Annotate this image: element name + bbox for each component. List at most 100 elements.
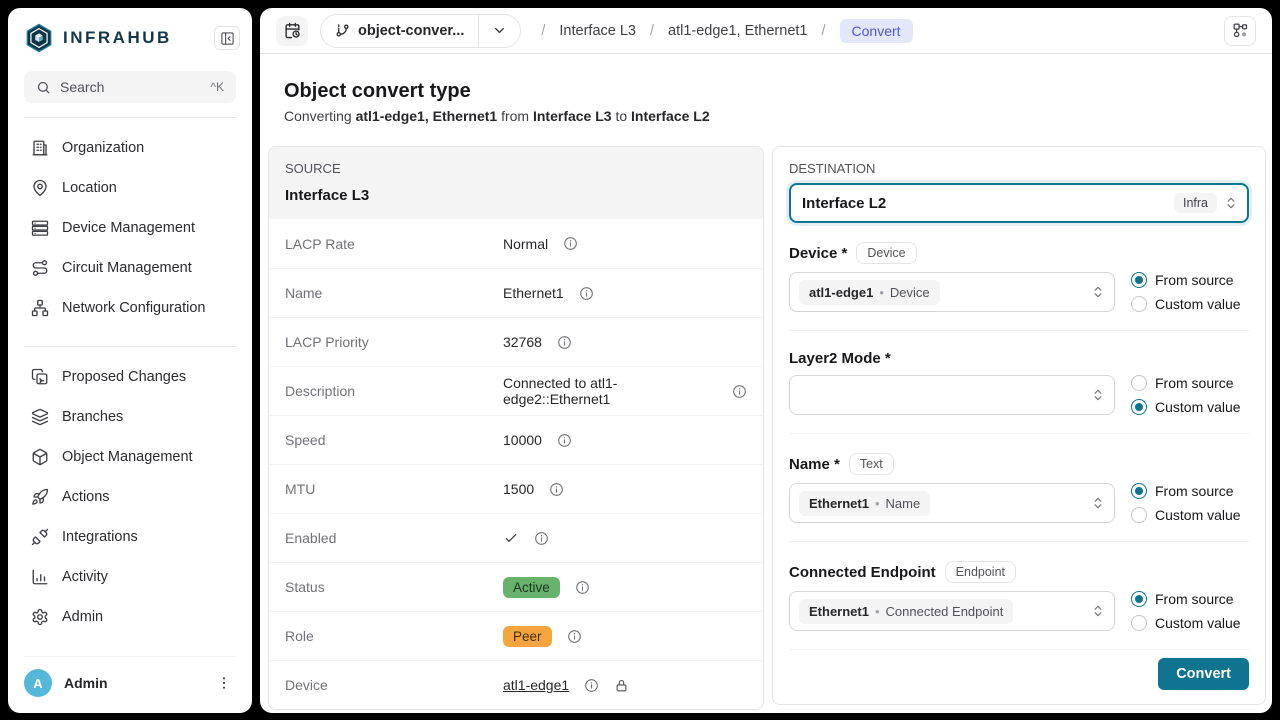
check-icon [503,530,519,546]
info-icon[interactable] [557,335,572,350]
field-kind-badge: Text [849,453,894,475]
info-icon[interactable] [549,482,564,497]
device-link[interactable]: atl1-edge1 [503,677,569,693]
row-value: Normal [503,236,548,252]
convert-button[interactable]: Convert [1158,658,1249,690]
sidebar-item-location[interactable]: Location [16,168,244,208]
status-badge: Active [503,577,560,598]
radio-button[interactable] [1131,615,1147,631]
radio-custom-value[interactable]: Custom value [1131,507,1249,523]
time-travel-button[interactable] [276,16,308,46]
subtitle-text: from [497,108,533,124]
search-shortcut: ^K [210,80,224,94]
branch-selector[interactable]: object-conver... [320,14,521,48]
row-label: LACP Priority [285,334,503,350]
sidebar-item-device-management[interactable]: Device Management [16,208,244,248]
radio-button[interactable] [1131,591,1147,607]
selected-value-pill: Ethernet1 • Name [799,491,930,516]
info-icon[interactable] [557,433,572,448]
panel-collapse-icon [220,31,235,46]
field-name: Name * Text Ethernet1 • Name [789,434,1249,542]
info-icon[interactable] [563,236,578,251]
info-icon[interactable] [584,678,599,693]
plug-icon [31,528,49,546]
chevrons-up-down-icon [1091,388,1105,402]
radio-button[interactable] [1131,375,1147,391]
field-label: Name * [789,456,840,473]
sidebar-item-actions[interactable]: Actions [16,477,244,517]
sidebar-item-integrations[interactable]: Integrations [16,517,244,557]
sidebar-collapse-button[interactable] [214,26,240,50]
info-icon[interactable] [567,629,582,644]
breadcrumb-item-object[interactable]: atl1-edge1, Ethernet1 [668,23,807,39]
sidebar-item-branches[interactable]: Branches [16,397,244,437]
user-menu-button[interactable] [212,671,236,695]
radio-button[interactable] [1131,483,1147,499]
lock-icon [614,678,629,693]
row-label: Speed [285,432,503,448]
sidebar-item-organization[interactable]: Organization [16,128,244,168]
map-pin-icon [31,179,49,197]
search-input[interactable]: Search ^K [24,71,236,103]
breadcrumb-current-badge: Convert [840,19,913,43]
search-placeholder: Search [60,79,104,95]
rocket-icon [31,488,49,506]
source-row-lacp-rate: LACP Rate Normal [269,219,763,268]
sidebar-item-label: Proposed Changes [62,369,186,385]
layer2-mode-value-select[interactable] [789,375,1115,415]
row-label: Role [285,628,503,644]
chevron-down-icon [492,23,507,38]
sidebar-item-proposed-changes[interactable]: Proposed Changes [16,357,244,397]
sidebar-item-object-management[interactable]: Object Management [16,437,244,477]
radio-custom-value[interactable]: Custom value [1131,296,1249,312]
subtitle-to-type: Interface L2 [631,108,710,124]
source-heading: SOURCE [285,161,747,176]
radio-button[interactable] [1131,272,1147,288]
sidebar-item-admin[interactable]: Admin [16,597,244,637]
info-icon[interactable] [534,531,549,546]
page-subtitle: Converting atl1-edge1, Ethernet1 from In… [284,108,1266,124]
device-value-select[interactable]: atl1-edge1 • Device [789,272,1115,312]
sidebar-item-network-configuration[interactable]: Network Configuration [16,288,244,328]
destination-panel: DESTINATION Interface L2 Infra Device * … [772,146,1266,705]
name-value-select[interactable]: Ethernet1 • Name [789,483,1115,523]
radio-custom-value[interactable]: Custom value [1131,615,1249,631]
radio-from-source[interactable]: From source [1131,483,1249,499]
sidebar-item-label: Network Configuration [62,300,205,316]
radio-custom-value[interactable]: Custom value [1131,399,1249,415]
name-mode-radios: From source Custom value [1131,483,1249,523]
branch-dropdown-toggle[interactable] [479,23,520,38]
source-row-mtu: MTU 1500 [269,464,763,513]
radio-from-source[interactable]: From source [1131,591,1249,607]
sidebar-menu-primary: Organization Location Device Management [8,118,252,330]
box-icon [31,448,49,466]
field-label: Device * [789,245,847,262]
source-row-speed: Speed 10000 [269,415,763,464]
destination-type-select[interactable]: Interface L2 Infra [789,183,1249,223]
radio-button[interactable] [1131,296,1147,312]
info-icon[interactable] [732,384,747,399]
info-icon[interactable] [575,580,590,595]
breadcrumb-item-schema[interactable]: Interface L3 [559,23,636,39]
radio-from-source[interactable]: From source [1131,272,1249,288]
source-row-status: Status Active [269,562,763,611]
namespace-badge: Infra [1174,193,1217,213]
route-icon [31,259,49,277]
info-icon[interactable] [579,286,594,301]
chart-icon [31,568,49,586]
chevrons-up-down-icon [1224,196,1238,210]
radio-from-source[interactable]: From source [1131,375,1249,391]
schema-visualizer-button[interactable] [1224,16,1256,46]
breadcrumb-separator: / [650,23,654,39]
workflow-icon [1232,22,1249,39]
sidebar-item-activity[interactable]: Activity [16,557,244,597]
radio-button[interactable] [1131,399,1147,415]
source-row-enabled: Enabled [269,513,763,562]
row-value: 1500 [503,481,534,497]
field-label: Layer2 Mode * [789,350,891,367]
connected-endpoint-value-select[interactable]: Ethernet1 • Connected Endpoint [789,591,1115,631]
radio-button[interactable] [1131,507,1147,523]
row-value: 10000 [503,432,542,448]
sidebar-item-circuit-management[interactable]: Circuit Management [16,248,244,288]
row-label: MTU [285,481,503,497]
